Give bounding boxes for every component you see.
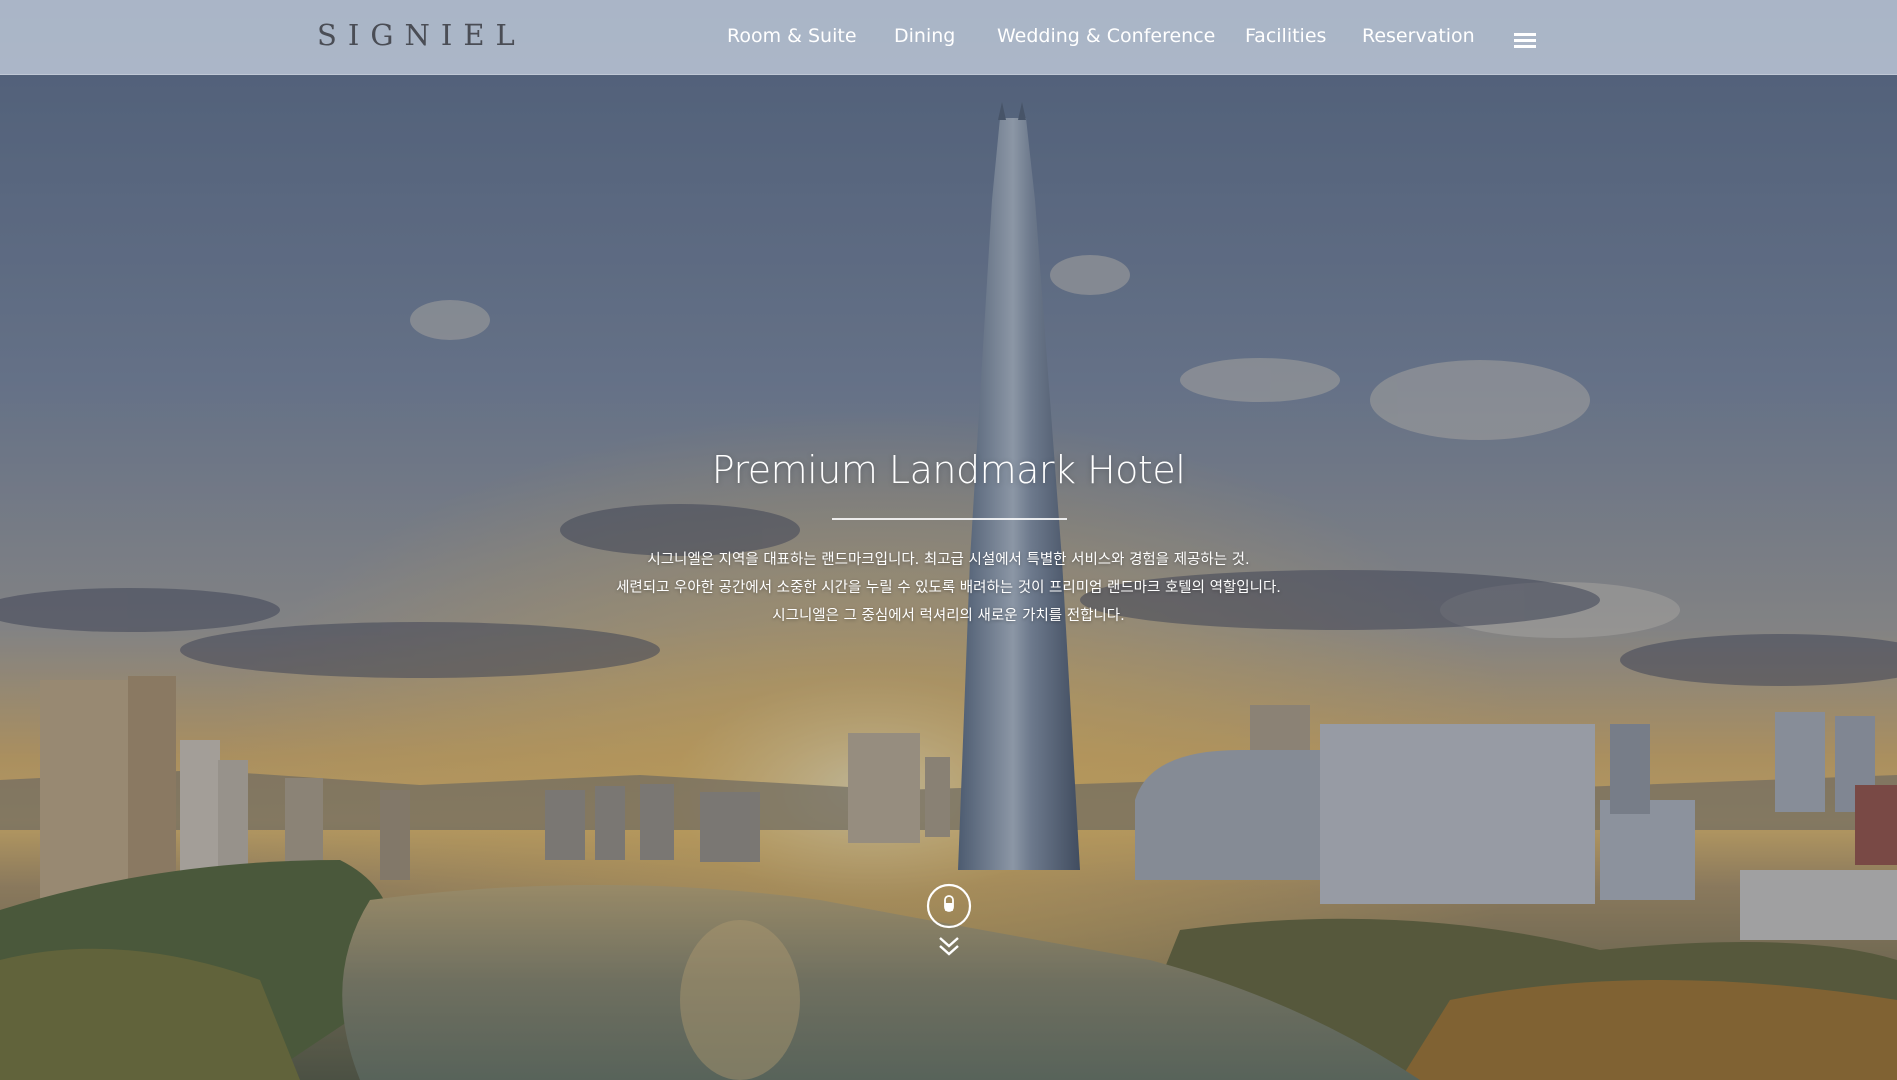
- scroll-indicator-graphic: [926, 883, 972, 956]
- hamburger-menu-icon[interactable]: [1514, 30, 1538, 50]
- hero-title: Premium Landmark Hotel: [711, 448, 1186, 492]
- site-header: SIGNIEL Room & Suite Dining Wedding & Co…: [0, 0, 1897, 75]
- description-line: 시그니엘은 지역을 대표하는 랜드마크입니다. 최고급 시설에서 특별한 서비스…: [647, 552, 1250, 568]
- nav-item-dining[interactable]: Dining: [894, 25, 955, 47]
- nav-item-reservation[interactable]: Reservation: [1362, 25, 1475, 47]
- description-line: 세련되고 우아한 공간에서 소중한 시간을 누릴 수 있도록 배려하는 것이 프…: [616, 580, 1281, 596]
- title-divider: [832, 518, 1067, 520]
- menu-bar: [1514, 45, 1536, 48]
- menu-bar: [1514, 33, 1536, 36]
- nav-item-wedding-conference[interactable]: Wedding & Conference: [997, 25, 1215, 47]
- signiel-logo[interactable]: SIGNIEL: [317, 18, 526, 52]
- description-line: 시그니엘은 그 중심에서 럭셔리의 새로운 가치를 전합니다.: [772, 608, 1125, 624]
- hero-description: 시그니엘은 지역을 대표하는 랜드마크입니다. 최고급 시설에서 특별한 서비스…: [0, 546, 1897, 630]
- scroll-down-mouse-icon[interactable]: [926, 883, 972, 963]
- menu-bar: [1514, 39, 1536, 42]
- nav-item-facilities[interactable]: Facilities: [1245, 25, 1326, 47]
- nav-item-room-suite[interactable]: Room & Suite: [727, 25, 857, 47]
